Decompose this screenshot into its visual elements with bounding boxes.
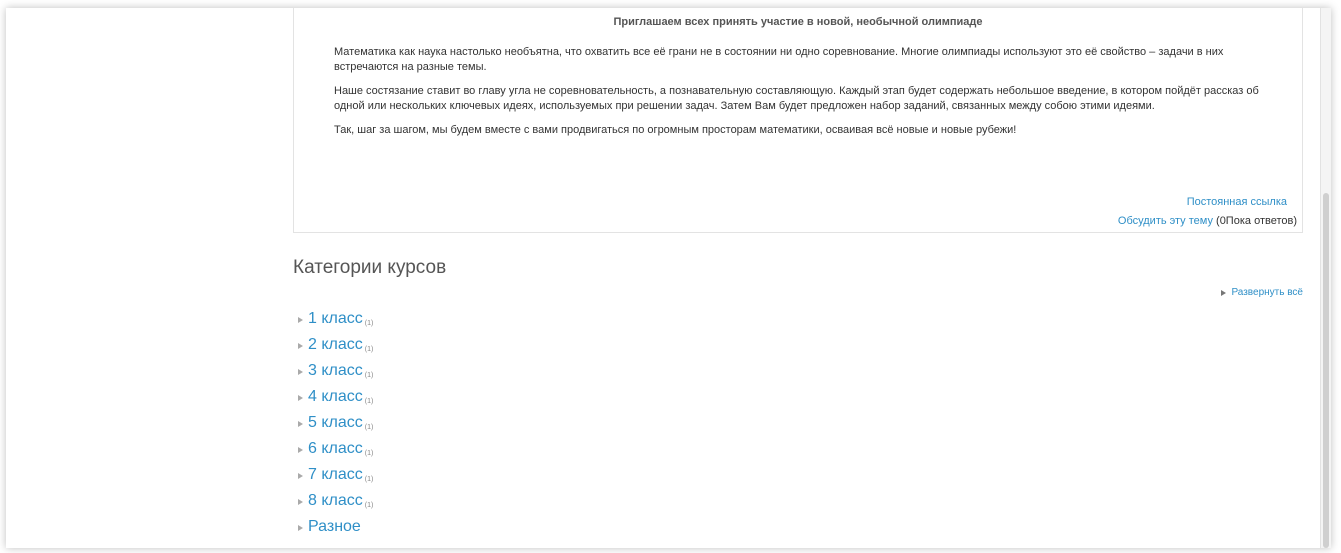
post-heading: Приглашаем всех принять участие в новой,… (613, 16, 983, 28)
category-item[interactable]: 8 класс (1) (298, 488, 373, 514)
discuss-topic-link[interactable]: Обсудить эту тему (1118, 215, 1213, 227)
category-count: (1) (364, 475, 374, 483)
category-item[interactable]: Разное (298, 514, 373, 540)
collapsed-triangle-icon[interactable] (298, 317, 303, 323)
permalink-link[interactable]: Постоянная ссылка (1187, 196, 1287, 208)
collapsed-triangle-icon[interactable] (298, 421, 303, 427)
vertical-scrollbar[interactable] (1320, 8, 1331, 548)
category-count: (1) (364, 449, 374, 457)
category-count: (1) (364, 371, 374, 379)
category-list: 1 класс (1) 2 класс (1) 3 класс (1) 4 кл… (298, 306, 373, 540)
collapsed-triangle-icon[interactable] (298, 473, 303, 479)
post-paragraph: Наше состязание ставит во главу угла не … (334, 85, 1259, 112)
category-link[interactable]: 2 класс (308, 336, 363, 354)
category-count: (1) (364, 319, 374, 327)
category-link[interactable]: 4 класс (308, 388, 363, 406)
category-count: (1) (364, 345, 374, 353)
category-link[interactable]: 6 класс (308, 440, 363, 458)
collapsed-triangle-icon[interactable] (298, 447, 303, 453)
category-link[interactable]: 8 класс (308, 492, 363, 510)
category-item[interactable]: 1 класс (1) (298, 306, 373, 332)
category-item[interactable]: 5 класс (1) (298, 410, 373, 436)
forum-post: Приглашаем всех принять участие в новой,… (293, 8, 1303, 233)
collapsed-triangle-icon[interactable] (298, 395, 303, 401)
category-count: (1) (364, 423, 374, 431)
category-item[interactable]: 2 класс (1) (298, 332, 373, 358)
expand-triangle-icon (1221, 289, 1227, 296)
scrollbar-thumb[interactable] (1323, 193, 1329, 548)
expand-all-button[interactable]: Развернуть всё (1221, 287, 1303, 298)
category-link[interactable]: 1 класс (308, 310, 363, 328)
category-item[interactable]: 4 класс (1) (298, 384, 373, 410)
category-item[interactable]: 3 класс (1) (298, 358, 373, 384)
replies-count: (0Пока ответов) (1216, 215, 1297, 227)
category-link[interactable]: Разное (308, 518, 361, 536)
category-count: (1) (364, 397, 374, 405)
post-paragraph: Математика как наука настолько необъятна… (334, 46, 1224, 73)
collapsed-triangle-icon[interactable] (298, 499, 303, 505)
collapsed-triangle-icon[interactable] (298, 343, 303, 349)
category-item[interactable]: 7 класс (1) (298, 462, 373, 488)
course-categories-heading: Категории курсов (293, 257, 447, 278)
collapsed-triangle-icon[interactable] (298, 525, 303, 531)
category-count: (1) (364, 501, 374, 509)
category-item[interactable]: 6 класс (1) (298, 436, 373, 462)
collapsed-triangle-icon[interactable] (298, 369, 303, 375)
browser-window: Приглашаем всех принять участие в новой,… (6, 8, 1331, 548)
post-links: Постоянная ссылка Обсудить эту тему (0По… (1118, 193, 1297, 231)
post-paragraph: Так, шаг за шагом, мы будем вместе с вам… (334, 124, 1017, 136)
expand-all-label: Развернуть всё (1231, 287, 1303, 298)
post-body: Математика как наука настолько необъятна… (334, 45, 1279, 147)
category-link[interactable]: 3 класс (308, 362, 363, 380)
category-link[interactable]: 5 класс (308, 414, 363, 432)
category-link[interactable]: 7 класс (308, 466, 363, 484)
